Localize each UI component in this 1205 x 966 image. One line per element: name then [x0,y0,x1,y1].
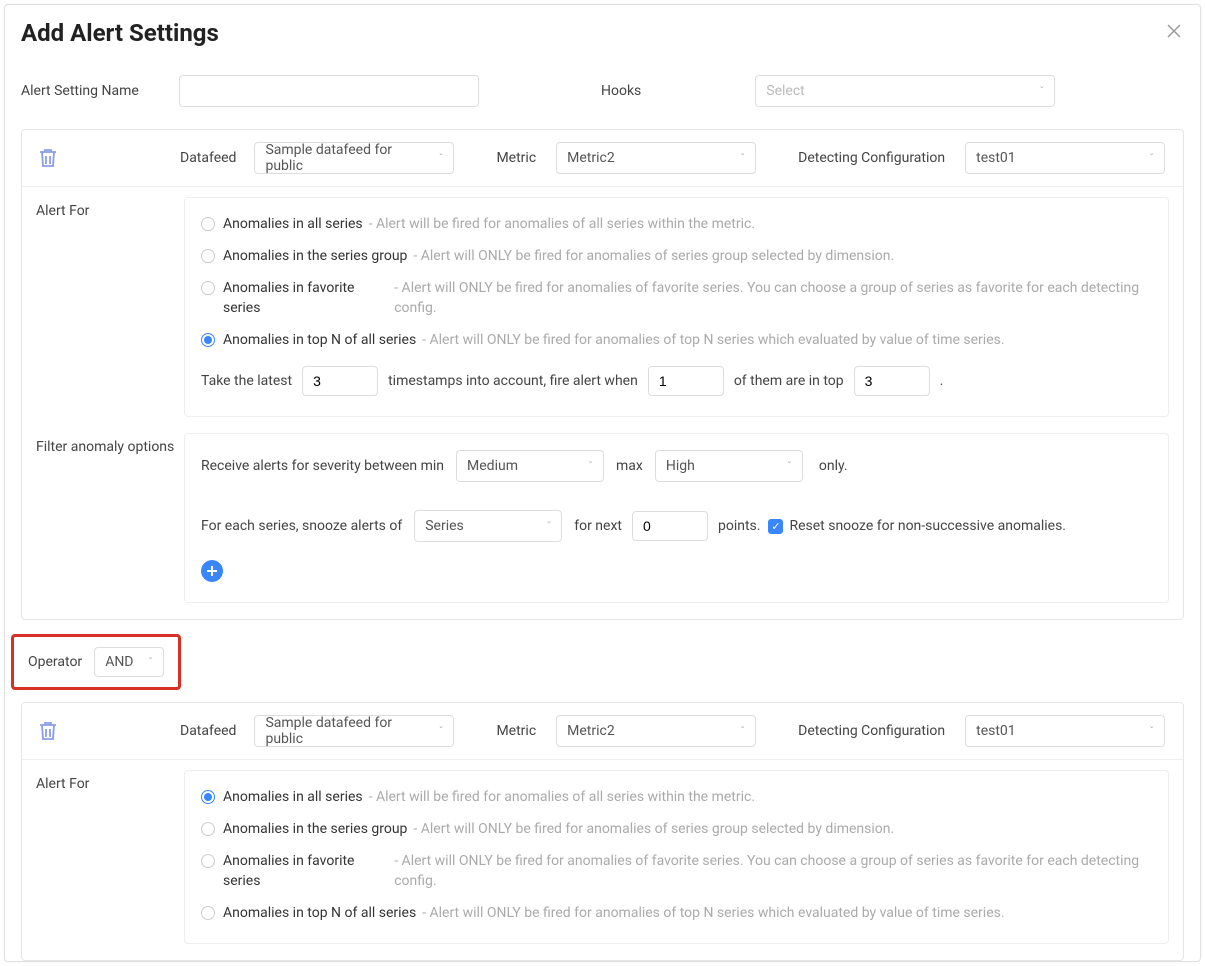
chevron-down-icon: ˇ [740,725,745,738]
chevron-down-icon: ˇ [546,520,551,533]
detecting-config-select[interactable]: test01 ˇ [965,715,1165,747]
chevron-down-icon: ˇ [148,656,153,669]
chevron-down-icon: ˇ [1149,725,1154,738]
radio-top-n[interactable] [201,906,215,920]
delete-block-icon[interactable] [36,719,60,743]
alert-for-label: Alert For [36,197,184,417]
datafeed-label: Datafeed [180,150,236,166]
chevron-down-icon: ˇ [588,460,593,473]
detecting-config-label: Detecting Configuration [798,723,945,739]
metric-label: Metric [496,150,536,166]
severity-max-select[interactable]: Highˇ [655,450,803,482]
config-block-1: Datafeed Sample datafeed for public ˇ Me… [21,129,1184,620]
metric-select[interactable]: Metric2 ˇ [556,142,756,174]
operator-select[interactable]: ANDˇ [94,647,164,677]
chevron-down-icon: ˇ [1039,85,1044,98]
datafeed-label: Datafeed [180,723,236,739]
close-icon[interactable] [1166,23,1182,43]
metric-select[interactable]: Metric2 ˇ [556,715,756,747]
topn-when-input[interactable] [648,366,724,396]
operator-row: Operator ANDˇ [11,634,181,690]
hooks-select[interactable]: Select ˇ [755,75,1055,107]
datafeed-select[interactable]: Sample datafeed for public ˇ [254,142,454,174]
filter-options-label: Filter anomaly options [36,433,184,603]
radio-favorite-series[interactable] [201,281,215,295]
operator-label: Operator [28,654,82,670]
hooks-select-placeholder: Select [766,83,804,99]
delete-block-icon[interactable] [36,146,60,170]
topn-timestamps-input[interactable] [302,366,378,396]
alert-for-label: Alert For [36,770,184,944]
chevron-down-icon: ˇ [439,725,444,738]
snooze-points-input[interactable] [632,511,708,541]
chevron-down-icon: ˇ [1149,152,1154,165]
radio-all-series[interactable] [201,217,215,231]
alert-setting-name-label: Alert Setting Name [21,83,179,99]
metric-label: Metric [496,723,536,739]
chevron-down-icon: ˇ [787,460,792,473]
radio-favorite-series[interactable] [201,854,215,868]
radio-series-group[interactable] [201,249,215,263]
config-block-2: Datafeed Sample datafeed for public ˇ Me… [21,702,1184,961]
severity-min-select[interactable]: Mediumˇ [456,450,604,482]
topn-top-input[interactable] [854,366,930,396]
chevron-down-icon: ˇ [740,152,745,165]
detecting-config-label: Detecting Configuration [798,150,945,166]
snooze-series-select[interactable]: Seriesˇ [414,510,562,542]
alert-setting-name-input[interactable] [179,75,479,107]
add-filter-button[interactable] [201,560,223,582]
dialog-title: Add Alert Settings [21,19,1184,47]
chevron-down-icon: ˇ [439,152,444,165]
hooks-label: Hooks [601,83,641,99]
detecting-config-select[interactable]: test01 ˇ [965,142,1165,174]
radio-series-group[interactable] [201,822,215,836]
radio-all-series[interactable] [201,790,215,804]
radio-top-n[interactable] [201,333,215,347]
datafeed-select[interactable]: Sample datafeed for public ˇ [254,715,454,747]
add-alert-settings-dialog: Add Alert Settings Alert Setting Name Ho… [4,4,1201,962]
reset-snooze-checkbox[interactable]: ✓ [768,519,783,534]
